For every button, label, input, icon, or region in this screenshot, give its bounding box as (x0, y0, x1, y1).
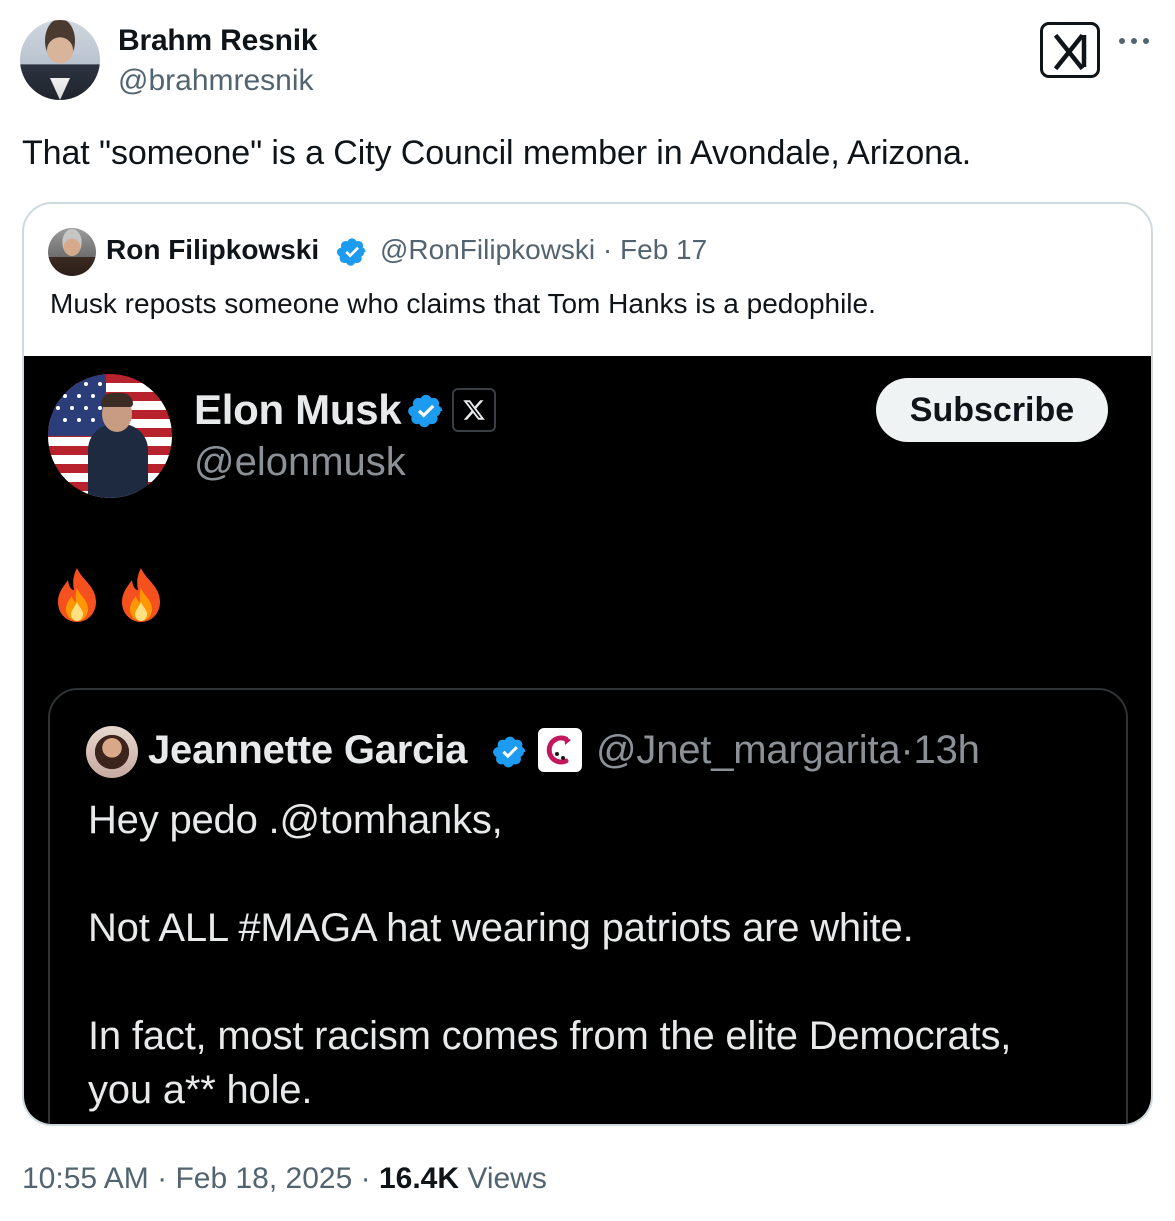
more-options-icon[interactable] (1117, 30, 1153, 50)
views-label[interactable]: Views (467, 1162, 546, 1195)
jg-text-line-2: Not ALL #MAGA hat wearing patriots are w… (88, 906, 914, 950)
meta-separator: · (157, 1162, 168, 1195)
fire-icon (118, 566, 164, 624)
meta-separator: · (602, 234, 613, 265)
meta-separator: · (900, 728, 914, 772)
quoted-tweet-card[interactable]: Ron Filipkowski @RonFilipkowski · Feb 17… (22, 202, 1153, 1126)
musk-name: Elon Musk (194, 386, 402, 433)
author-handle[interactable]: @brahmresnik (118, 64, 314, 98)
emoji-row (54, 566, 164, 624)
jg-handle: @Jnet_margarita (596, 728, 901, 772)
verified-badge-icon (492, 734, 528, 775)
jg-avatar (86, 726, 138, 778)
quoted-media-screenshot[interactable]: Elon Musk @elonmusk Subscribe Jeannette … (24, 356, 1151, 1124)
musk-handle: @elonmusk (194, 440, 406, 484)
quote-text: Musk reposts someone who claims that Tom… (50, 288, 876, 319)
views-count[interactable]: 16.4K (379, 1162, 459, 1195)
jg-text-line-4: you a** hole. (88, 1068, 313, 1112)
jg-text-line-1: Hey pedo .@tomhanks, (88, 798, 503, 842)
fire-icon (54, 566, 100, 624)
quote-author-handle: @RonFilipkowski (380, 234, 596, 265)
tweet-text: That "someone" is a City Council member … (22, 134, 972, 172)
quote-author-avatar (48, 228, 96, 276)
verified-badge-icon (336, 236, 368, 273)
verified-badge-icon (407, 392, 445, 435)
affiliation-badge-icon (538, 728, 582, 772)
author-avatar[interactable] (20, 20, 100, 100)
meta-separator: · (360, 1162, 371, 1195)
quote-author-name: Ron Filipkowski (106, 234, 320, 265)
author-name[interactable]: Brahm Resnik (118, 24, 318, 58)
musk-avatar (48, 374, 172, 498)
subscribe-button: Subscribe (876, 378, 1108, 442)
inner-quoted-tweet: Jeannette Garcia @Jnet_margarita·13h Hey… (48, 688, 1128, 1124)
jg-time: 13h (913, 728, 980, 772)
tweet-date[interactable]: Feb 18, 2025 (175, 1162, 352, 1195)
x-affiliation-icon (452, 388, 496, 432)
jg-text-line-3: In fact, most racism comes from the elit… (88, 1014, 1012, 1058)
tweet-footer-meta: 10:55 AM · Feb 18, 2025 · 16.4K Views (22, 1162, 547, 1196)
tweet-time[interactable]: 10:55 AM (22, 1162, 149, 1195)
jg-meta: @Jnet_margarita·13h (596, 728, 980, 773)
quote-date: Feb 17 (620, 234, 708, 265)
grok-logo-icon[interactable] (1040, 22, 1100, 78)
jg-name: Jeannette Garcia (148, 728, 468, 772)
quote-meta: @RonFilipkowski · Feb 17 (380, 234, 707, 266)
